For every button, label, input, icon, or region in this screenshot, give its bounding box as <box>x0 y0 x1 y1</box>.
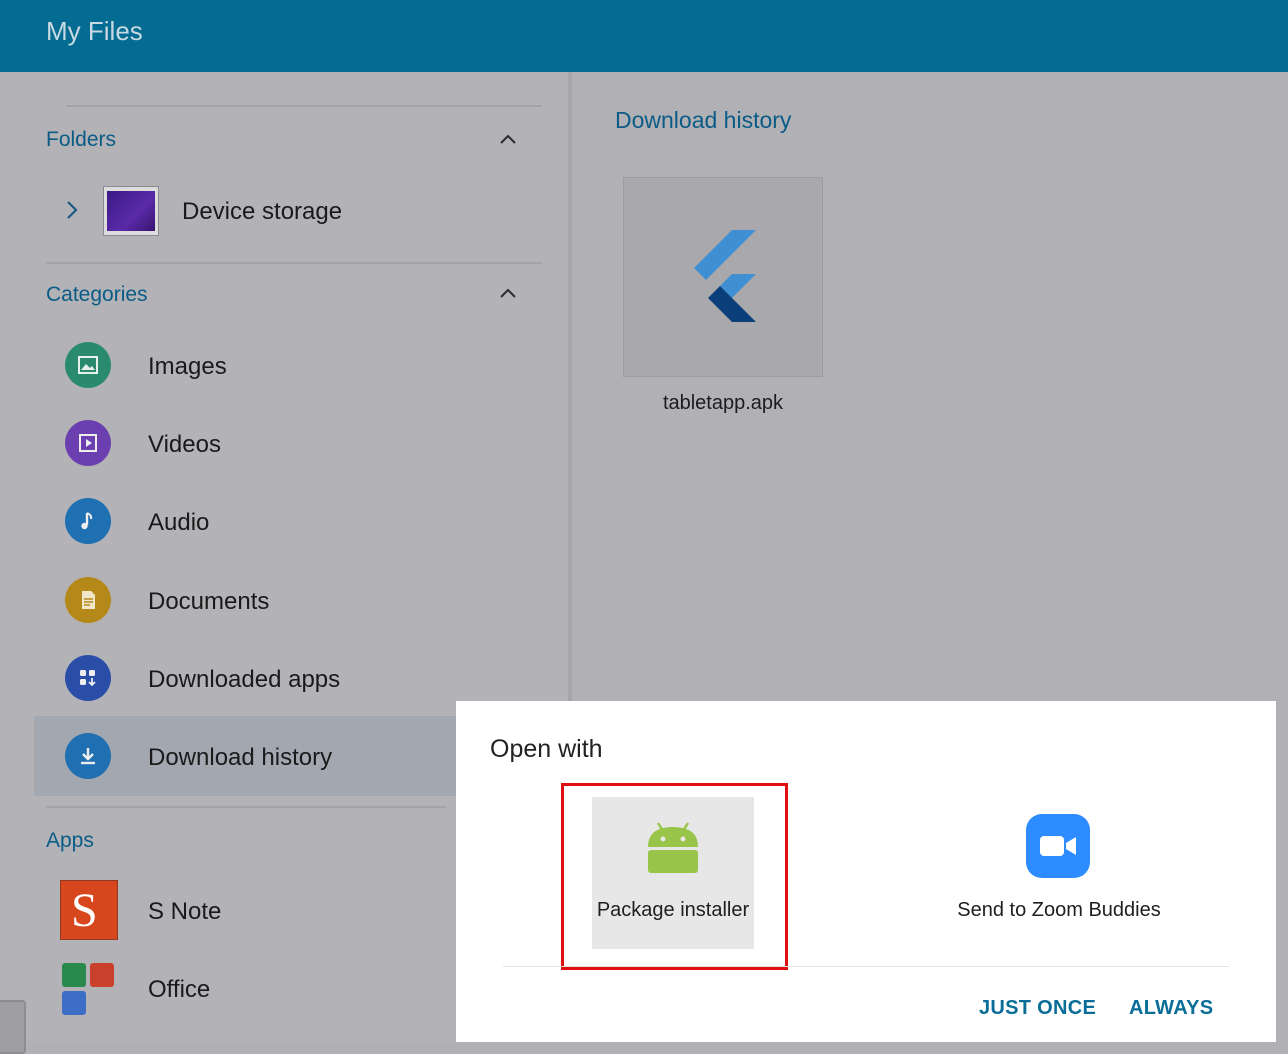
zoom-icon <box>1026 814 1090 878</box>
category-label: Download history <box>148 744 333 771</box>
download-icon <box>65 733 111 779</box>
just-once-button[interactable]: JUST ONCE <box>979 997 1096 1020</box>
category-label: Images <box>148 353 227 380</box>
device-storage-label[interactable]: Device storage <box>182 198 342 226</box>
category-label: Audio <box>148 509 210 536</box>
always-button[interactable]: ALWAYS <box>1129 997 1213 1020</box>
file-thumbnail[interactable] <box>623 177 823 377</box>
divider <box>46 806 446 808</box>
s-note-icon: S <box>60 880 118 940</box>
divider <box>46 262 542 264</box>
apps-section-title: Apps <box>46 829 94 852</box>
image-icon <box>65 342 111 388</box>
folders-section-title: Folders <box>46 128 117 151</box>
category-label: Documents <box>148 588 270 615</box>
app-bar: My Files <box>0 0 1288 72</box>
document-icon <box>65 577 111 623</box>
category-label: Videos <box>148 431 221 458</box>
app-label: Office <box>148 976 211 1003</box>
dialog-title: Open with <box>490 735 603 763</box>
office-icon <box>60 961 118 1019</box>
divider <box>66 105 542 107</box>
file-name[interactable]: tabletapp.apk <box>623 392 823 415</box>
edge-panel-handle[interactable] <box>0 1000 26 1054</box>
collapse-folders-icon[interactable] <box>496 128 520 152</box>
flutter-icon <box>694 230 756 322</box>
music-note-icon <box>65 498 111 544</box>
categories-section-title: Categories <box>46 283 148 306</box>
dialog-divider <box>503 966 1229 967</box>
collapse-categories-icon[interactable] <box>496 282 520 306</box>
page-title: Download history <box>615 107 792 133</box>
app-label: S Note <box>148 898 222 925</box>
chevron-right-icon[interactable] <box>60 198 84 222</box>
app-title: My Files <box>46 16 143 46</box>
option-label: Send to Zoom Buddies <box>957 899 1161 921</box>
device-storage-thumbnail <box>103 186 159 236</box>
highlight-box <box>561 783 788 970</box>
video-icon <box>65 420 111 466</box>
category-label: Downloaded apps <box>148 666 341 693</box>
apps-download-icon <box>65 655 111 701</box>
